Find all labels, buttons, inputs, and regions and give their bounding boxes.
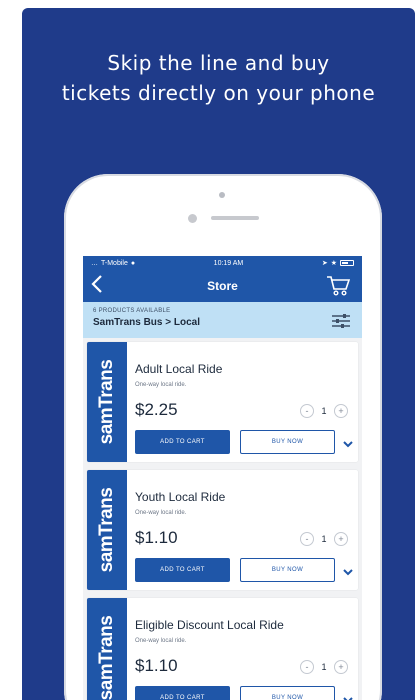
product-count: 6 PRODUCTS AVAILABLE — [93, 308, 171, 314]
product-price: $1.10 — [135, 656, 178, 675]
chevron-down-icon[interactable] — [342, 692, 354, 700]
headline: Skip the line and buy tickets directly o… — [22, 48, 415, 108]
decrease-button[interactable]: - — [300, 532, 314, 546]
status-time: 10:19 AM — [213, 259, 244, 267]
chevron-left-icon[interactable] — [91, 274, 109, 298]
buy-now-button[interactable]: BUY NOW — [240, 686, 335, 700]
add-to-cart-button[interactable]: ADD TO CART — [135, 430, 230, 454]
quantity-stepper: - 1 + — [300, 404, 348, 418]
carrier-name: T-Mobile — [101, 259, 128, 267]
increase-button[interactable]: + — [334, 660, 348, 674]
headline-line-2: tickets directly on your phone — [61, 81, 376, 105]
decrease-button[interactable]: - — [300, 660, 314, 674]
buy-now-button[interactable]: BUY NOW — [240, 430, 335, 454]
product-name: Youth Local Ride — [135, 490, 226, 504]
location-icon: ➤ — [321, 260, 328, 267]
increase-button[interactable]: + — [334, 532, 348, 546]
phone-screen: … T-Mobile ● 10:19 AM ➤ ★ Store 6 PRODUC… — [83, 256, 362, 700]
front-camera — [188, 214, 197, 223]
product-description: One-way local ride. — [135, 510, 187, 516]
decrease-button[interactable]: - — [300, 404, 314, 418]
product-price: $2.25 — [135, 400, 178, 419]
increase-button[interactable]: + — [334, 404, 348, 418]
sensor-dot — [219, 192, 225, 198]
brand-logo: samTrans — [87, 470, 127, 590]
store-subheader: 6 PRODUCTS AVAILABLE SamTrans Bus > Loca… — [83, 302, 362, 338]
product-name: Eligible Discount Local Ride — [135, 618, 284, 632]
add-to-cart-button[interactable]: ADD TO CART — [135, 686, 230, 700]
brand-logo: samTrans — [87, 342, 127, 462]
product-name: Adult Local Ride — [135, 362, 223, 376]
product-card: samTrans Eligible Discount Local Ride On… — [87, 598, 358, 700]
signal-icon: … — [91, 259, 98, 267]
brand-logo: samTrans — [87, 598, 127, 700]
earpiece-speaker — [211, 216, 259, 220]
nav-title: Store — [207, 279, 238, 293]
product-card: samTrans Adult Local Ride One-way local … — [87, 342, 358, 462]
battery-icon — [340, 260, 354, 266]
breadcrumb[interactable]: SamTrans Bus > Local — [93, 317, 352, 328]
brand-logo-text: samTrans — [96, 487, 117, 573]
buy-now-button[interactable]: BUY NOW — [240, 558, 335, 582]
brand-logo-text: samTrans — [96, 615, 117, 700]
quantity-value: 1 — [321, 406, 327, 416]
bluetooth-icon: ★ — [330, 260, 337, 267]
chevron-down-icon[interactable] — [342, 564, 354, 576]
wifi-icon: ● — [130, 259, 136, 267]
headline-line-1: Skip the line and buy — [107, 51, 330, 75]
brand-logo-text: samTrans — [96, 359, 117, 445]
quantity-value: 1 — [321, 662, 327, 672]
quantity-stepper: - 1 + — [300, 660, 348, 674]
promo-poster: Skip the line and buy tickets directly o… — [22, 8, 415, 700]
quantity-stepper: - 1 + — [300, 532, 348, 546]
chevron-down-icon[interactable] — [342, 436, 354, 448]
product-card: samTrans Youth Local Ride One-way local … — [87, 470, 358, 590]
quantity-value: 1 — [321, 534, 327, 544]
product-description: One-way local ride. — [135, 382, 187, 388]
product-description: One-way local ride. — [135, 638, 187, 644]
nav-bar: Store — [83, 270, 362, 302]
add-to-cart-button[interactable]: ADD TO CART — [135, 558, 230, 582]
product-price: $1.10 — [135, 528, 178, 547]
status-bar: … T-Mobile ● 10:19 AM ➤ ★ — [83, 256, 362, 270]
phone-frame: … T-Mobile ● 10:19 AM ➤ ★ Store 6 PRODUC… — [64, 174, 382, 700]
filter-icon[interactable] — [332, 313, 350, 329]
cart-icon[interactable] — [326, 275, 351, 297]
